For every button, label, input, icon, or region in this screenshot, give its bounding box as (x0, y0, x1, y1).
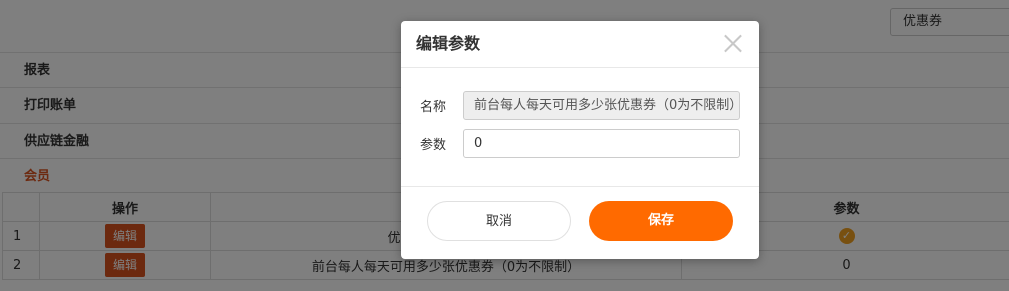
dialog-title: 编辑参数 (416, 34, 481, 53)
name-field: 前台每人每天可用多少张优惠券（0为不限制） (463, 91, 742, 120)
param-input[interactable]: 0 (463, 129, 740, 158)
dialog-body: 名称 前台每人每天可用多少张优惠券（0为不限制） 参数 0 (401, 68, 759, 187)
dialog-header: 编辑参数 (401, 21, 759, 68)
edit-param-dialog: 编辑参数 名称 前台每人每天可用多少张优惠券（0为不限制） 参数 0 取消 保存 (401, 21, 759, 259)
close-icon[interactable] (723, 33, 743, 53)
cancel-button[interactable]: 取消 (427, 201, 571, 241)
dialog-footer: 取消 保存 (401, 187, 759, 259)
save-button[interactable]: 保存 (589, 201, 733, 241)
param-label: 参数 (420, 138, 447, 153)
name-label: 名称 (420, 100, 447, 115)
